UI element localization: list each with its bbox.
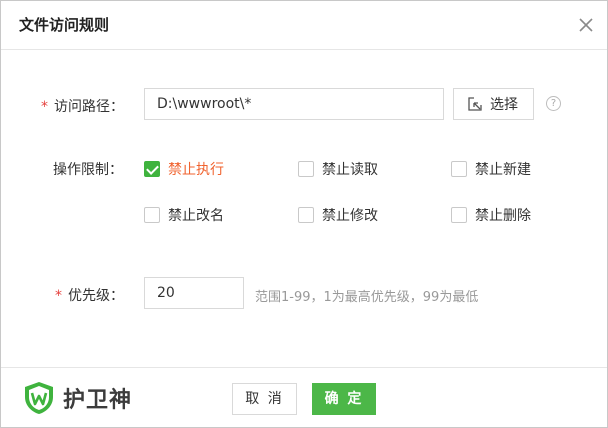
checkbox-forbid-delete[interactable]: 禁止删除 (451, 205, 531, 225)
help-icon[interactable]: ? (546, 96, 561, 111)
checkbox-label: 禁止修改 (322, 208, 378, 224)
path-input[interactable] (144, 88, 444, 120)
path-label-text: 访问路径： (54, 99, 124, 115)
checkbox-forbid-rename[interactable]: 禁止改名 (144, 205, 224, 225)
close-icon[interactable] (576, 15, 596, 35)
confirm-button[interactable]: 确 定 (312, 383, 376, 415)
checkbox-box[interactable] (451, 207, 467, 223)
file-access-rule-dialog: 文件访问规则 * 访问路径： 选择 ? 操作限制： 禁止执行 禁止读取 禁止新建 (0, 0, 608, 428)
select-button[interactable]: 选择 (453, 88, 534, 120)
checkbox-label: 禁止改名 (168, 208, 224, 224)
path-label: * 访问路径： (41, 96, 124, 116)
checkbox-box[interactable] (144, 207, 160, 223)
checkbox-box[interactable] (298, 207, 314, 223)
select-cursor-icon (468, 97, 482, 111)
checkbox-label: 禁止执行 (168, 162, 224, 178)
ops-label: 操作限制： (53, 162, 123, 178)
required-mark: * (41, 99, 48, 115)
checkbox-box[interactable] (451, 161, 467, 177)
checkbox-forbid-read[interactable]: 禁止读取 (298, 159, 378, 179)
priority-label: * 优先级： (55, 285, 124, 305)
priority-input[interactable] (144, 277, 244, 309)
priority-label-text: 优先级： (68, 288, 124, 304)
dialog-title: 文件访问规则 (19, 16, 110, 34)
checkbox-label: 禁止读取 (322, 162, 378, 178)
checkbox-label: 禁止新建 (475, 162, 531, 178)
brand-name: 护卫神 (63, 388, 133, 413)
dialog-footer: 护卫神 取 消 确 定 (1, 367, 607, 427)
cancel-button[interactable]: 取 消 (232, 383, 297, 415)
required-mark: * (55, 288, 62, 304)
checkbox-box[interactable] (144, 161, 160, 177)
checkbox-forbid-execute[interactable]: 禁止执行 (144, 159, 224, 179)
checkbox-forbid-create[interactable]: 禁止新建 (451, 159, 531, 179)
checkbox-label: 禁止删除 (475, 208, 531, 224)
checkbox-box[interactable] (298, 161, 314, 177)
brand-logo: 护卫神 (23, 381, 132, 415)
checkbox-forbid-modify[interactable]: 禁止修改 (298, 205, 378, 225)
select-button-label: 选择 (490, 97, 518, 113)
priority-hint: 范围1-99，1为最高优先级，99为最低 (255, 290, 479, 305)
shield-logo-icon (25, 382, 53, 414)
dialog-header: 文件访问规则 (1, 1, 607, 50)
